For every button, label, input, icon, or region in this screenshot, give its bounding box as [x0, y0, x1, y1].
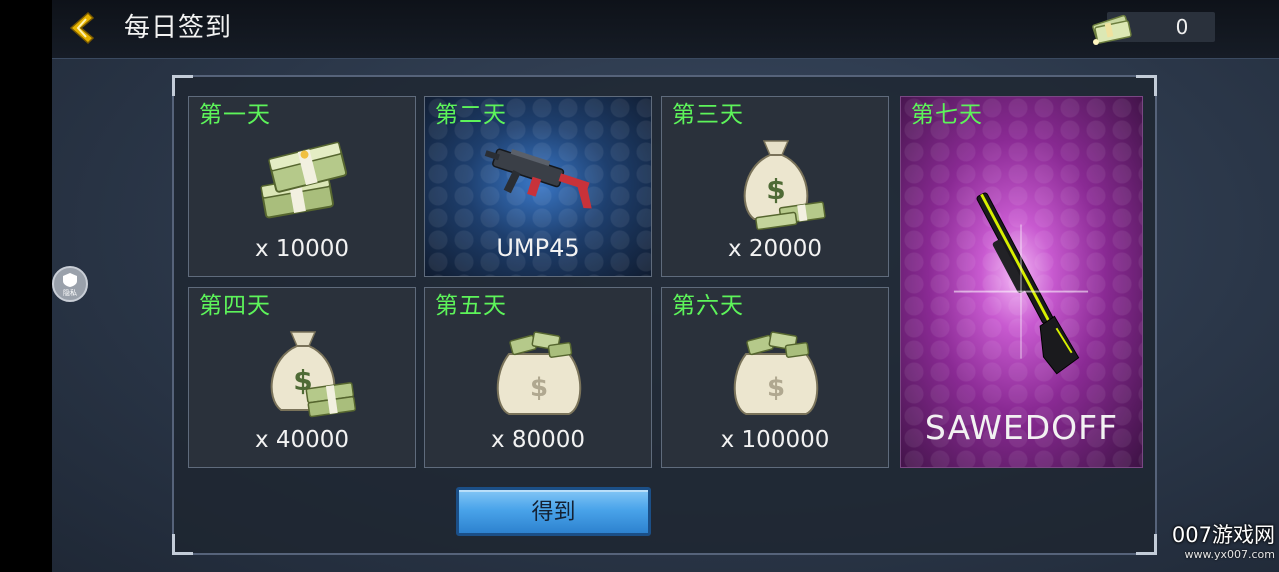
- money-sack-icon: $: [733, 331, 819, 415]
- shield-icon: [63, 273, 77, 287]
- day-label: 第一天: [199, 102, 271, 128]
- reward-amount: x 10000: [254, 236, 350, 262]
- watermark-url: www.yx007.com: [1184, 548, 1275, 561]
- privacy-label: 隐私: [63, 289, 77, 297]
- money-bag-icon: $: [743, 140, 826, 231]
- cash-stack-icon: [260, 141, 348, 219]
- day-label: 第六天: [672, 293, 744, 319]
- watermark-brand: 007游戏网: [1171, 523, 1275, 547]
- panel-corner: [172, 75, 193, 96]
- day-label: 第七天: [911, 102, 983, 128]
- svg-text:$: $: [530, 373, 548, 403]
- reward-card-day-3[interactable]: 第三天 $ x 20000: [661, 96, 889, 277]
- reward-amount: x 100000: [720, 427, 830, 453]
- claim-button-label: 得到: [531, 500, 576, 525]
- reward-card-day-4[interactable]: 第四天 $ x 40000: [188, 287, 416, 468]
- day-label: 第二天: [435, 102, 507, 128]
- reward-card-day-6[interactable]: 第六天 $ x 100000: [661, 287, 889, 468]
- reward-amount: x 40000: [254, 427, 350, 453]
- privacy-badge[interactable]: 隐私: [52, 266, 88, 302]
- day-label: 第三天: [672, 102, 744, 128]
- back-arrow-icon: [69, 11, 95, 45]
- reward-amount: SAWEDOFF: [924, 408, 1119, 447]
- svg-text:$: $: [767, 373, 785, 403]
- currency-value: 0: [1175, 15, 1189, 39]
- panel-corner: [1136, 75, 1157, 96]
- top-bar: 每日签到 0: [52, 0, 1279, 59]
- reward-card-day-7[interactable]: 第七天 SAWEDOFF: [900, 96, 1143, 468]
- reward-amount: UMP45: [496, 234, 580, 262]
- game-screen: 每日签到 0 隐私 第一天 x 10000 第二天 UMP45 第三天 $ x …: [52, 0, 1279, 572]
- reward-amount: x 20000: [727, 236, 823, 262]
- claim-button[interactable]: 得到: [456, 487, 651, 536]
- money-bag-icon: $: [270, 331, 357, 418]
- reward-card-day-2[interactable]: 第二天 UMP45: [424, 96, 652, 277]
- day-label: 第五天: [435, 293, 507, 319]
- shotgun-weapon-icon: [953, 192, 1089, 375]
- reward-card-day-1[interactable]: 第一天 x 10000: [188, 96, 416, 277]
- smg-weapon-icon: [484, 148, 592, 209]
- reward-card-day-5[interactable]: 第五天 $ x 80000: [424, 287, 652, 468]
- money-sack-icon: $: [496, 331, 582, 415]
- svg-text:$: $: [766, 173, 785, 206]
- cash-icon: [1092, 14, 1132, 45]
- page-title: 每日签到: [124, 13, 233, 43]
- day-label: 第四天: [199, 293, 271, 319]
- back-button[interactable]: [66, 10, 100, 46]
- reward-amount: x 80000: [490, 427, 586, 453]
- panel-corner: [172, 534, 193, 555]
